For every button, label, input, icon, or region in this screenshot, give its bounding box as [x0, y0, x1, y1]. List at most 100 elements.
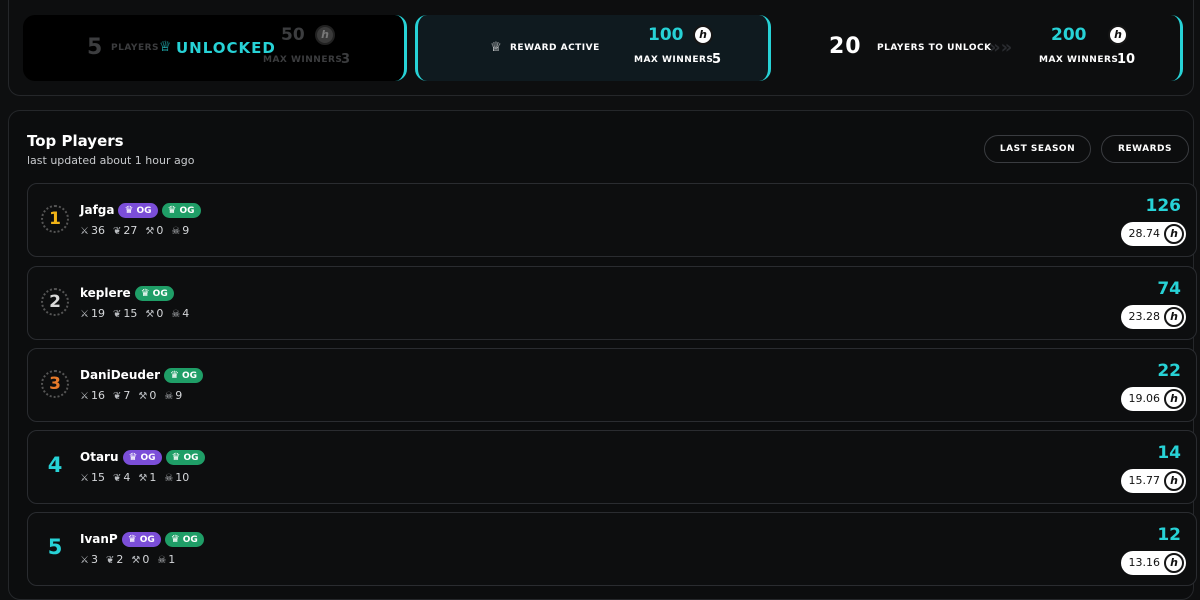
- coin-icon: h: [1164, 307, 1184, 327]
- tier-max-label: MAX WINNERS: [634, 55, 714, 65]
- stat-value: 16: [90, 389, 105, 402]
- leaderboard-row[interactable]: 2 keplere ♛ OG ⚔ 19 ❦ 15 ⚒ 0 ☠ 4 74 23.28 h: [27, 266, 1197, 340]
- trophy-icon: ♕: [159, 39, 172, 55]
- stat-value: 1: [168, 553, 176, 566]
- hammer-icon: ⚒: [145, 309, 155, 320]
- player-stats: ⚔ 36 ❦ 27 ⚒ 0 ☠ 9: [80, 224, 197, 237]
- rank-number: 4: [47, 453, 63, 477]
- swords-icon: ⚔: [80, 309, 89, 320]
- player-name-line: DaniDeuder ♛ OG: [80, 368, 204, 383]
- tier-reward: 100: [648, 25, 684, 45]
- skull-icon: ☠: [157, 555, 167, 566]
- skull-icon: ☠: [164, 391, 174, 402]
- reward-amount: 23.28: [1128, 310, 1161, 323]
- reward-pill: 23.28 h: [1120, 305, 1186, 329]
- player-score: 12: [1157, 525, 1181, 545]
- player-name[interactable]: DaniDeuder: [80, 368, 160, 382]
- og-badge-label: OG: [179, 206, 195, 216]
- coin-icon: h: [1164, 224, 1184, 244]
- stat-s4: ☠ 9: [171, 224, 189, 237]
- reward-amount: 19.06: [1128, 392, 1161, 405]
- player-name-line: Otaru ♛ OG ♛ OG: [80, 450, 205, 465]
- rewards-button[interactable]: REWARDS: [1101, 135, 1189, 163]
- skull-icon: ☠: [171, 226, 181, 237]
- laurel-icon: ❦: [112, 226, 122, 237]
- player-name-line: Jafga ♛ OG ♛ OG: [80, 203, 201, 218]
- laurel-icon: ❦: [112, 309, 122, 320]
- stat-s3: ⚒ 1: [138, 471, 156, 484]
- reward-pill: 15.77 h: [1120, 469, 1186, 493]
- tier-status: REWARD ACTIVE: [510, 43, 600, 53]
- og-badge-label: OG: [139, 535, 155, 545]
- player-name[interactable]: Jafga: [80, 203, 114, 217]
- og-badge: ♛ OG: [161, 203, 201, 218]
- stat-value: 10: [175, 471, 190, 484]
- og-badge: ♛ OG: [165, 450, 205, 465]
- player-name-line: keplere ♛ OG: [80, 286, 174, 301]
- stat-value: 27: [123, 224, 138, 237]
- stat-value: 2: [116, 553, 124, 566]
- crown-icon: ♛: [171, 452, 181, 463]
- leaderboard-row[interactable]: 3 DaniDeuder ♛ OG ⚔ 16 ❦ 7 ⚒ 0 ☠ 9 22 19.06 h: [27, 348, 1197, 422]
- rank-number: 1: [41, 205, 69, 233]
- og-badge-label: OG: [183, 453, 199, 463]
- tier-max-label: MAX WINNERS: [263, 55, 343, 65]
- player-score: 14: [1157, 443, 1181, 463]
- stat-s3: ⚒ 0: [145, 307, 163, 320]
- crown-icon: ♛: [170, 534, 180, 545]
- player-name[interactable]: IvanP: [80, 532, 118, 546]
- leaderboard-row[interactable]: 4 Otaru ♛ OG ♛ OG ⚔ 15 ❦ 4 ⚒ 1 ☠ 10 14 15.77 h: [27, 430, 1197, 504]
- coin-icon: h: [1164, 553, 1184, 573]
- skull-icon: ☠: [164, 473, 174, 484]
- stat-kills: ⚔ 19: [80, 307, 105, 320]
- laurel-icon: ❦: [112, 391, 122, 402]
- tier-max-value: 5: [712, 52, 722, 67]
- leaderboard-title: Top Players: [27, 132, 124, 150]
- stat-kills: ⚔ 15: [80, 471, 105, 484]
- swords-icon: ⚔: [80, 391, 89, 402]
- leaderboard-row[interactable]: 1 Jafga ♛ OG ♛ OG ⚔ 36 ❦ 27 ⚒ 0 ☠ 9 126 28.74 h: [27, 183, 1197, 257]
- og-badge: ♛ OG: [118, 203, 158, 218]
- player-stats: ⚔ 15 ❦ 4 ⚒ 1 ☠ 10: [80, 471, 197, 484]
- swords-icon: ⚔: [80, 555, 89, 566]
- stat-value: 0: [149, 389, 157, 402]
- reward-amount: 13.16: [1128, 556, 1161, 569]
- stat-s4: ☠ 1: [157, 553, 175, 566]
- coin-icon: h: [1108, 25, 1128, 45]
- crown-icon: ♛: [140, 288, 150, 299]
- player-stats: ⚔ 19 ❦ 15 ⚒ 0 ☠ 4: [80, 307, 197, 320]
- hammer-icon: ⚒: [145, 226, 155, 237]
- stat-s3: ⚒ 0: [131, 553, 149, 566]
- stat-value: 9: [182, 224, 190, 237]
- tier-players-count: 5: [87, 35, 104, 60]
- og-badge-label: OG: [152, 289, 168, 299]
- swords-icon: ⚔: [80, 226, 89, 237]
- reward-pill: 13.16 h: [1120, 551, 1186, 575]
- tier-reward: 50: [281, 25, 305, 45]
- player-stats: ⚔ 3 ❦ 2 ⚒ 0 ☠ 1: [80, 553, 183, 566]
- stat-wins: ❦ 15: [113, 307, 137, 320]
- last-season-button[interactable]: LAST SEASON: [984, 135, 1091, 163]
- player-score: 22: [1157, 361, 1181, 381]
- swords-icon: ⚔: [80, 473, 89, 484]
- coin-icon: h: [315, 25, 335, 45]
- stat-s4: ☠ 10: [164, 471, 189, 484]
- hammer-icon: ⚒: [138, 473, 148, 484]
- reward-tiers: 5 PLAYERS ♕ UNLOCKED 50 h MAX WINNERS 3 …: [8, 0, 1194, 96]
- skull-icon: ☠: [171, 309, 181, 320]
- reward-pill: 28.74 h: [1120, 222, 1186, 246]
- stat-value: 4: [123, 471, 131, 484]
- stat-s4: ☠ 4: [171, 307, 189, 320]
- leaderboard-row[interactable]: 5 IvanP ♛ OG ♛ OG ⚔ 3 ❦ 2 ⚒ 0 ☠ 1 12 13.16 h: [27, 512, 1197, 586]
- player-name[interactable]: keplere: [80, 286, 131, 300]
- player-name[interactable]: Otaru: [80, 450, 119, 464]
- stat-kills: ⚔ 36: [80, 224, 105, 237]
- stat-wins: ❦ 2: [106, 553, 123, 566]
- player-name-line: IvanP ♛ OG ♛ OG: [80, 532, 204, 547]
- og-badge: ♛ OG: [164, 532, 204, 547]
- tier-max-label: MAX WINNERS: [1039, 55, 1119, 65]
- player-score: 126: [1145, 196, 1182, 216]
- hammer-icon: ⚒: [138, 391, 148, 402]
- stat-wins: ❦ 7: [113, 389, 130, 402]
- stat-value: 1: [149, 471, 157, 484]
